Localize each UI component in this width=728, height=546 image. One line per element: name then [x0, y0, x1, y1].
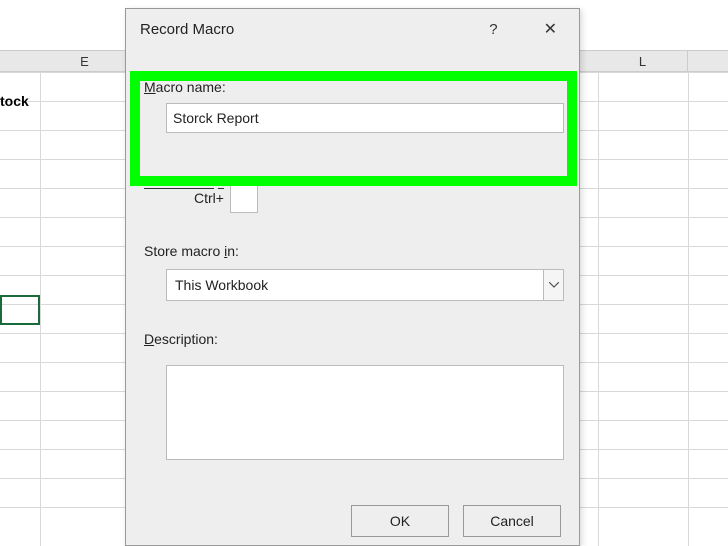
col-header-e[interactable]: E — [40, 51, 130, 73]
chevron-down-icon — [543, 270, 563, 300]
shortcut-row: Ctrl+ — [194, 183, 561, 213]
shortcut-key-label-partial: ————— —— — [144, 179, 224, 195]
macro-name-input[interactable] — [166, 103, 564, 133]
dialog-title: Record Macro — [140, 21, 234, 38]
cell-partial-text: tock — [0, 93, 29, 109]
description-label: Description: — [144, 331, 561, 347]
selected-cell[interactable] — [0, 295, 40, 325]
form-area: Macro name: Ctrl+ Store macro in: This W… — [126, 49, 579, 463]
dialog-buttons: OK Cancel — [351, 505, 561, 537]
shortcut-key-input[interactable] — [230, 183, 258, 213]
store-section: Store macro in: This Workbook — [144, 243, 561, 301]
store-macro-select[interactable]: This Workbook — [166, 269, 564, 301]
close-button[interactable]: ✕ — [536, 15, 565, 43]
macro-name-label: Macro name: — [144, 79, 561, 95]
record-macro-dialog: Record Macro ? ✕ Macro name: Ctrl+ Store… — [125, 8, 580, 546]
ok-button[interactable]: OK — [351, 505, 449, 537]
title-controls: ? ✕ — [481, 15, 565, 43]
col-header-l[interactable]: L — [598, 51, 688, 73]
help-button[interactable]: ? — [481, 17, 505, 42]
description-textarea[interactable] — [166, 365, 564, 460]
description-section: Description: — [144, 331, 561, 463]
cancel-button[interactable]: Cancel — [463, 505, 561, 537]
store-select-value: This Workbook — [175, 277, 268, 293]
dialog-titlebar: Record Macro ? ✕ — [126, 9, 579, 49]
store-label: Store macro in: — [144, 243, 561, 259]
